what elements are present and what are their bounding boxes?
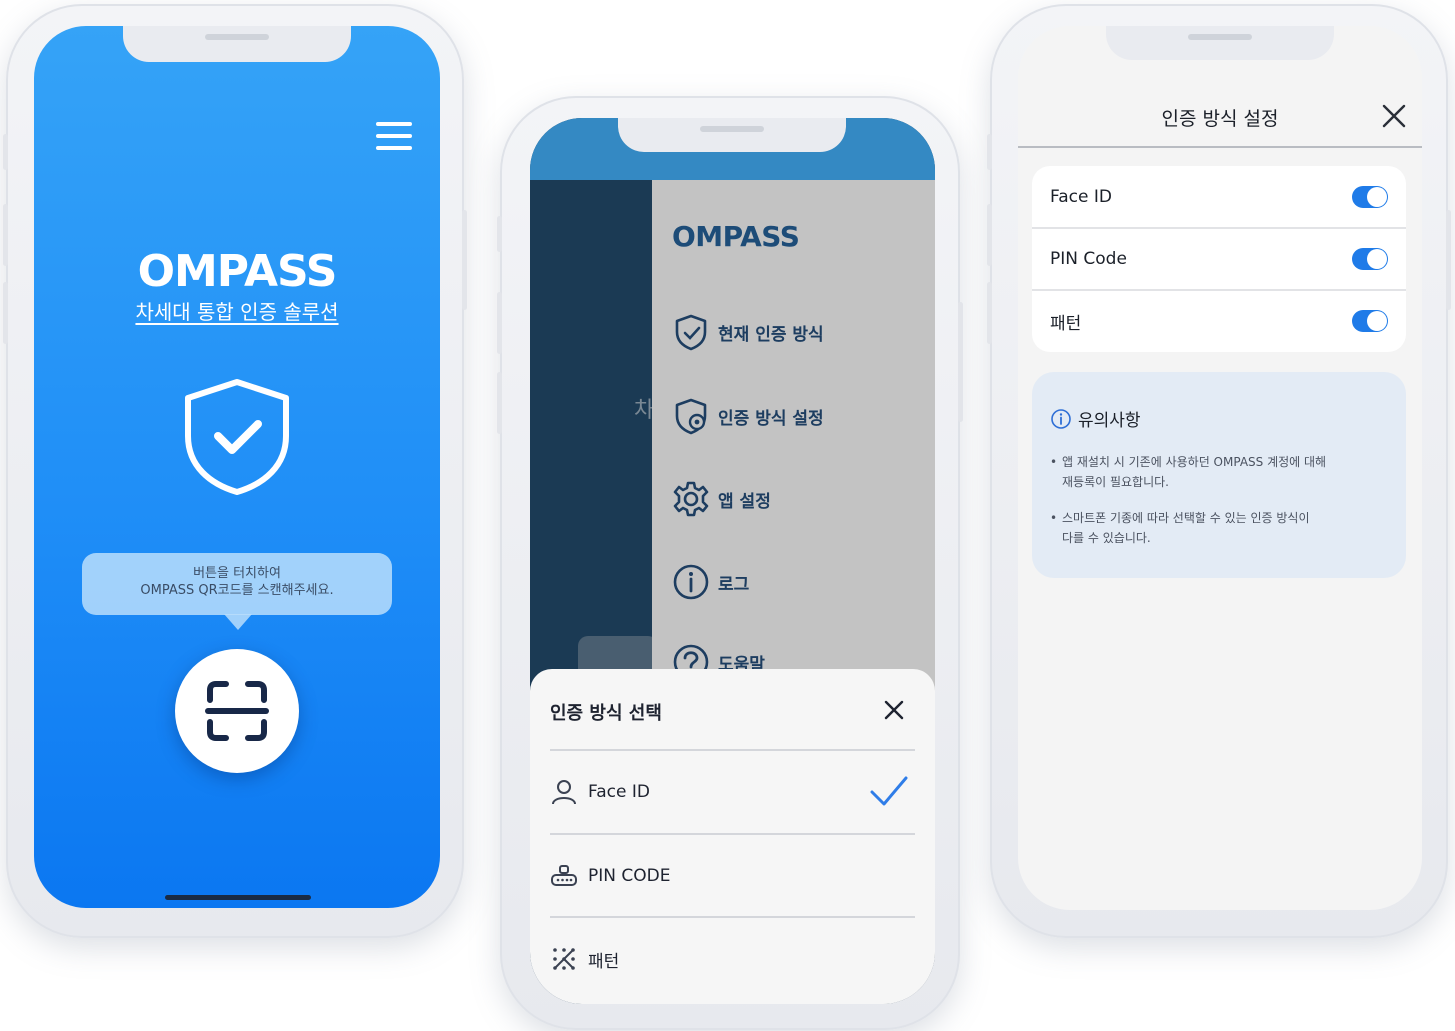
sheet-title: 인증 방식 선택 <box>550 703 662 724</box>
drawer-item-label: 인증 방식 설정 <box>718 408 824 429</box>
auth-toggle-card: Face ID PIN Code 패턴 <box>1032 166 1406 352</box>
volume-up-button <box>3 204 8 266</box>
mute-switch <box>3 134 8 170</box>
home-indicator[interactable] <box>165 895 311 900</box>
app-logo: OMPASS <box>137 246 338 297</box>
option-label: Face ID <box>588 782 650 802</box>
volume-down-button <box>497 372 502 434</box>
shield-check-icon <box>675 314 707 351</box>
menu-icon[interactable] <box>376 122 412 150</box>
power-button <box>958 302 963 422</box>
scan-tooltip: 버튼을 터치하여 OMPASS QR코드를 스캔해주세요. <box>82 553 392 615</box>
pin-code-toggle[interactable] <box>1352 248 1388 270</box>
phone-menu: 차 OMPASS 현재 인증 방식 인증 방식 설정 앱 설정 로그 도움말 인… <box>497 96 963 1030</box>
notice-title: 유의사항 <box>1078 411 1141 431</box>
pattern-toggle[interactable] <box>1352 310 1388 332</box>
auth-method-sheet: 인증 방식 선택 Face ID PIN CODE 패턴 <box>530 669 935 1004</box>
mute-switch <box>497 216 502 252</box>
marketing-stage: OMPASS 차세대 통합 인증 솔루션 버튼을 터치하여 OMPASS QR코… <box>0 0 1455 1031</box>
option-face-id[interactable]: Face ID <box>550 751 917 833</box>
notice-bullet-line: 다를 수 있습니다. <box>1062 531 1151 545</box>
volume-up-button <box>497 292 502 354</box>
close-icon[interactable] <box>881 697 907 723</box>
info-icon <box>1051 408 1071 429</box>
notice-bullet: 스마트폰 기종에 따라 선택할 수 있는 인증 방식이 다를 수 있습니다. <box>1050 508 1352 548</box>
notice-bullet-line: 재등록이 필요합니다. <box>1062 475 1169 489</box>
option-pin-code[interactable]: PIN CODE <box>550 835 917 917</box>
notice-header: 유의사항 <box>1050 406 1141 431</box>
tagline-link[interactable]: 차세대 통합 인증 솔루션 <box>34 296 440 325</box>
close-icon[interactable] <box>1380 102 1408 130</box>
qr-scan-icon <box>205 681 269 741</box>
notice-card: 유의사항 앱 재설치 시 기존에 사용하던 OMPASS 계정에 대해 재등록이… <box>1032 372 1406 578</box>
drawer-item-current-auth[interactable]: 현재 인증 방식 <box>672 312 824 352</box>
menu-screen: 차 OMPASS 현재 인증 방식 인증 방식 설정 앱 설정 로그 도움말 인… <box>530 118 935 1004</box>
option-label: PIN CODE <box>588 866 671 886</box>
person-icon <box>552 780 576 805</box>
drawer-item-label: 앱 설정 <box>718 491 771 512</box>
shield-check-icon <box>185 379 289 495</box>
page-title: 인증 방식 설정 <box>1161 108 1279 130</box>
info-icon <box>673 564 709 600</box>
notice-bullet: 앱 재설치 시 기존에 사용하던 OMPASS 계정에 대해 재등록이 필요합니… <box>1050 452 1352 492</box>
drawer-item-app-settings[interactable]: 앱 설정 <box>672 479 771 519</box>
home-screen: OMPASS 차세대 통합 인증 솔루션 버튼을 터치하여 OMPASS QR코… <box>34 26 440 908</box>
toggle-label: PIN Code <box>1050 249 1127 269</box>
tooltip-tail <box>224 614 252 630</box>
drawer-item-auth-settings[interactable]: 인증 방식 설정 <box>672 396 824 436</box>
notch <box>618 118 846 152</box>
tooltip-line-1: 버튼을 터치하여 <box>193 566 281 581</box>
notice-bullet-line: 앱 재설치 시 기존에 사용하던 OMPASS 계정에 대해 <box>1062 455 1327 469</box>
qr-scan-button[interactable] <box>175 649 299 773</box>
toggle-label: 패턴 <box>1050 313 1082 334</box>
notice-bullet-line: 스마트폰 기종에 따라 선택할 수 있는 인증 방식이 <box>1062 511 1310 525</box>
toggle-row-pattern: 패턴 <box>1032 290 1406 352</box>
pattern-icon <box>553 948 575 970</box>
phone-settings: 인증 방식 설정 Face ID PIN Code 패턴 유의사항 • 앱 재설… <box>987 4 1451 938</box>
notch <box>123 26 351 62</box>
option-label: 패턴 <box>588 951 620 972</box>
volume-up-button <box>987 204 992 266</box>
notch <box>1106 26 1334 60</box>
toggle-row-face-id: Face ID <box>1032 166 1406 228</box>
drawer-item-log[interactable]: 로그 <box>672 562 749 602</box>
option-pattern[interactable]: 패턴 <box>550 918 917 1000</box>
phone-home: OMPASS 차세대 통합 인증 솔루션 버튼을 터치하여 OMPASS QR코… <box>3 4 467 938</box>
shield-gear-icon <box>675 398 707 435</box>
divider <box>1018 146 1422 148</box>
drawer-logo: OMPASS <box>672 220 800 253</box>
face-id-toggle[interactable] <box>1352 186 1388 208</box>
drawer-item-label: 로그 <box>718 574 750 595</box>
toggle-label: Face ID <box>1050 187 1112 207</box>
toggle-row-pin-code: PIN Code <box>1032 228 1406 290</box>
volume-down-button <box>3 282 8 344</box>
auth-settings-screen: 인증 방식 설정 Face ID PIN Code 패턴 유의사항 • 앱 재설… <box>1018 26 1422 910</box>
gear-icon <box>673 481 709 517</box>
mute-switch <box>987 134 992 170</box>
drawer-item-label: 현재 인증 방식 <box>718 324 824 345</box>
tooltip-line-2: OMPASS QR코드를 스캔해주세요. <box>140 583 334 598</box>
keypad-icon <box>551 865 577 886</box>
power-button <box>462 210 467 310</box>
checkmark-icon <box>870 776 908 806</box>
volume-down-button <box>987 282 992 344</box>
power-button <box>1446 210 1451 310</box>
